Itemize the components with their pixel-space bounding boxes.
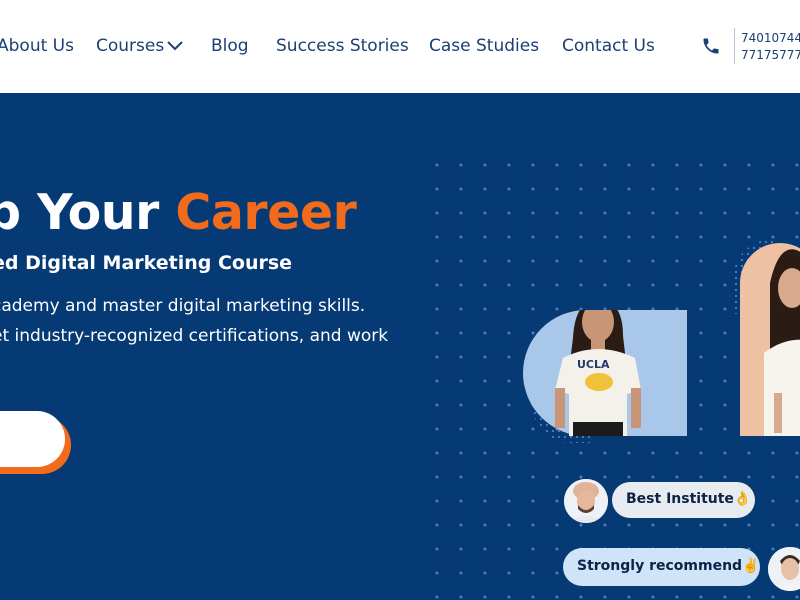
hero-headline-lead: p Your: [0, 184, 159, 241]
student-photo-card-2: [740, 243, 800, 436]
hero-description-line-2: et industry-recognized certifications, a…: [0, 326, 389, 346]
nav-link-case-studies[interactable]: Case Studies: [429, 35, 539, 57]
top-navigation-bar: About Us Courses Blog Success Stories Ca…: [0, 0, 800, 93]
review-text-2: Strongly recommend✌️: [577, 558, 760, 574]
nav-link-blog[interactable]: Blog: [211, 35, 249, 57]
nav-link-courses-label: Courses: [96, 36, 165, 56]
reviewer-avatar-1-image: [564, 479, 608, 523]
review-text-1: Best Institute👌: [626, 491, 752, 507]
nav-link-success-stories[interactable]: Success Stories: [276, 35, 409, 57]
hero-section: p Your Career ed Digital Marketing Cours…: [0, 93, 800, 600]
phone-number-secondary[interactable]: 7717577758: [741, 48, 800, 63]
hero-subheadline: ed Digital Marketing Course: [0, 252, 293, 274]
hero-headline: p Your Career: [0, 184, 357, 241]
nav-link-contact-us[interactable]: Contact Us: [562, 35, 655, 57]
reviewer-avatar-1: [564, 479, 608, 523]
phone-divider: [734, 28, 735, 64]
phone-number-primary[interactable]: 74010744: [741, 31, 800, 46]
book-demo-button[interactable]: mo: [0, 411, 65, 467]
student-photo-1: UCLA: [555, 310, 641, 436]
hero-headline-accent: Career: [175, 184, 357, 241]
nav-link-courses[interactable]: Courses: [96, 35, 183, 57]
nav-link-about-us[interactable]: About Us: [0, 35, 74, 57]
hero-description-line-1: cademy and master digital marketing skil…: [0, 296, 366, 316]
student-photo-2: [764, 249, 800, 436]
phone-icon[interactable]: [701, 36, 721, 56]
svg-text:UCLA: UCLA: [577, 358, 610, 371]
chevron-down-icon: [167, 41, 183, 51]
review-bubble-2: Strongly recommend✌️: [563, 548, 760, 586]
review-bubble-1: Best Institute👌: [612, 482, 755, 518]
student-photo-card-1: UCLA: [523, 310, 687, 436]
